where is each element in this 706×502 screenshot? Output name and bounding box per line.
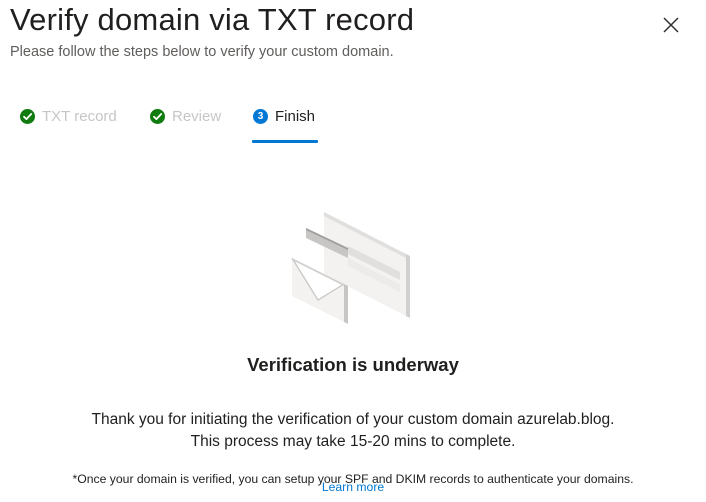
step-label: Review [172,107,222,125]
page-subtitle: Please follow the steps below to verify … [10,44,394,60]
step-label: Finish [275,107,316,125]
active-step-indicator [252,140,318,143]
learn-more-link[interactable]: Learn more [0,480,706,494]
check-icon [20,108,35,124]
status-message-line1: Thank you for initiating the verificatio… [91,411,615,428]
step-finish[interactable]: 3 Finish [253,103,315,129]
step-review[interactable]: Review [150,103,221,129]
email-envelope-illustration [291,212,410,324]
check-icon [150,108,165,124]
status-message: Thank you for initiating the verificatio… [0,409,706,453]
status-headline: Verification is underway [247,354,459,375]
close-icon [663,17,679,33]
step-label: TXT record [42,107,117,125]
status-message-line2: This process may take 15-20 mins to comp… [190,433,516,450]
page-title: Verify domain via TXT record [10,2,415,37]
step-number-badge: 3 [253,108,268,124]
step-txt-record[interactable]: TXT record [20,103,117,129]
close-button[interactable] [660,14,682,36]
